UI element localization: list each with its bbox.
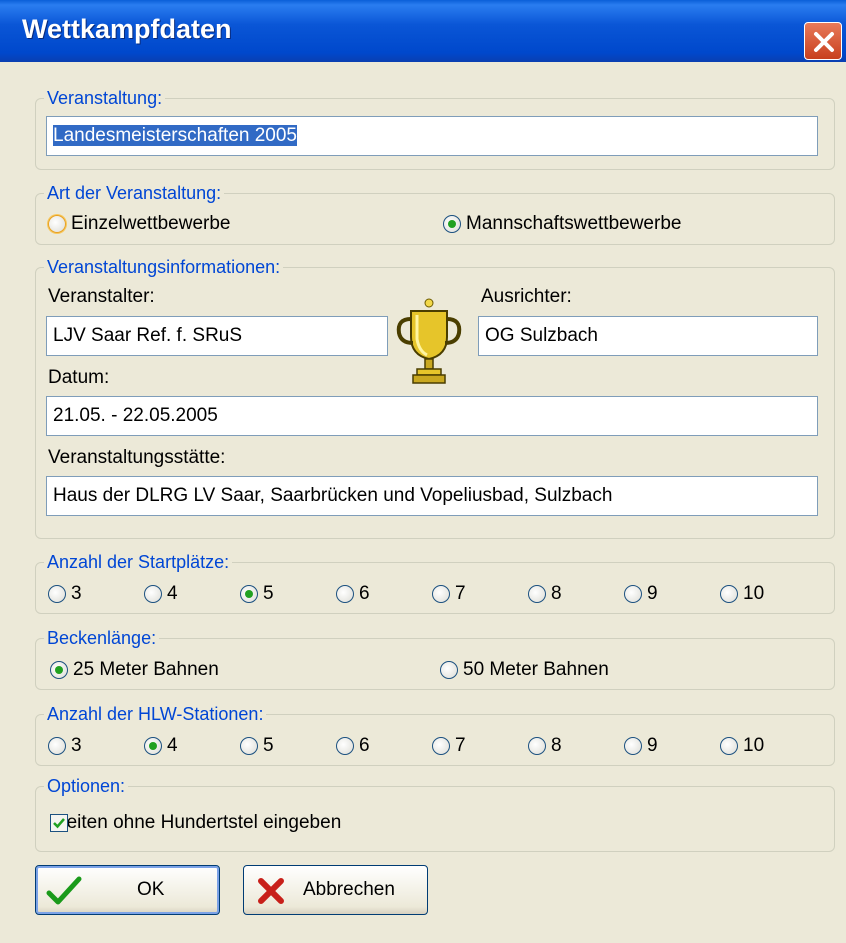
legend-art: Art der Veranstaltung: <box>44 182 225 204</box>
radio-label: 6 <box>359 583 370 604</box>
window-title: Wettkampfdaten <box>22 14 232 44</box>
ausrichter-input[interactable]: OG Sulzbach <box>478 316 818 356</box>
legend-becken: Beckenlänge: <box>44 627 160 649</box>
radio-circle <box>240 737 258 755</box>
radio-label: 5 <box>263 735 274 756</box>
radio-circle <box>440 661 458 679</box>
close-button[interactable] <box>804 22 842 60</box>
radio-circle <box>336 737 354 755</box>
radio-mannschaftswettbewerbe[interactable]: Mannschaftswettbewerbe <box>443 213 681 235</box>
startplaetze-option-3[interactable]: 3 <box>48 583 82 605</box>
radio-circle <box>528 585 546 603</box>
hlw-option-10[interactable]: 10 <box>720 735 764 757</box>
radio-circle <box>144 737 162 755</box>
checkbox-label: Zeiten ohne Hundertstel eingeben <box>55 812 342 833</box>
radio-dot <box>149 742 157 750</box>
legend-optionen: Optionen: <box>44 775 129 797</box>
hlw-option-8[interactable]: 8 <box>528 735 562 757</box>
radio-circle <box>48 737 66 755</box>
radio-label: 7 <box>455 735 466 756</box>
radio-circle <box>240 585 258 603</box>
hlw-option-9[interactable]: 9 <box>624 735 658 757</box>
hlw-option-5[interactable]: 5 <box>240 735 274 757</box>
radio-circle <box>720 737 738 755</box>
checkbox-zeiten-ohne-hundertstel[interactable]: Zeiten ohne Hundertstel eingeben <box>50 812 341 834</box>
radio-label: 4 <box>167 735 178 756</box>
radio-label: 25 Meter Bahnen <box>73 659 219 680</box>
radio-circle <box>443 215 461 233</box>
radio-dot <box>448 220 456 228</box>
radio-label: 3 <box>71 583 82 604</box>
label-veranstalter: Veranstalter: <box>48 286 155 307</box>
checkmark-icon <box>53 818 65 829</box>
cancel-button[interactable]: Abbrechen <box>243 865 428 915</box>
hlw-option-3[interactable]: 3 <box>48 735 82 757</box>
startplaetze-option-6[interactable]: 6 <box>336 583 370 605</box>
radio-circle <box>48 585 66 603</box>
veranstaltung-value: Landesmeisterschaften 2005 <box>53 125 297 146</box>
startplaetze-option-9[interactable]: 9 <box>624 583 658 605</box>
radio-dot <box>55 666 63 674</box>
radio-circle <box>336 585 354 603</box>
radio-circle <box>720 585 738 603</box>
veranstaltung-input[interactable]: Landesmeisterschaften 2005 <box>46 116 818 156</box>
datum-input[interactable]: 21.05. - 22.05.2005 <box>46 396 818 436</box>
veranstalter-input[interactable]: LJV Saar Ref. f. SRuS <box>46 316 388 356</box>
radio-dot <box>245 590 253 598</box>
radio-label: 9 <box>647 735 658 756</box>
radio-einzelwettbewerbe[interactable]: Einzelwettbewerbe <box>48 213 230 235</box>
radio-circle <box>432 737 450 755</box>
radio-label: 50 Meter Bahnen <box>463 659 609 680</box>
label-veranstaltungsstaette: Veranstaltungsstätte: <box>48 447 226 468</box>
startplaetze-option-7[interactable]: 7 <box>432 583 466 605</box>
radio-circle <box>48 215 66 233</box>
radio-circle <box>624 585 642 603</box>
startplaetze-option-8[interactable]: 8 <box>528 583 562 605</box>
legend-hlw: Anzahl der HLW-Stationen: <box>44 703 267 725</box>
radio-label: 5 <box>263 583 274 604</box>
radio-circle <box>432 585 450 603</box>
radio-label: 9 <box>647 583 658 604</box>
ok-button[interactable]: OK <box>35 865 220 915</box>
trophy-icon <box>396 298 462 384</box>
hlw-option-6[interactable]: 6 <box>336 735 370 757</box>
radio-50m[interactable]: 50 Meter Bahnen <box>440 659 609 681</box>
legend-startplaetze: Anzahl der Startplätze: <box>44 551 233 573</box>
radio-label: 3 <box>71 735 82 756</box>
x-icon <box>258 878 284 904</box>
legend-veranstaltung: Veranstaltung: <box>44 87 166 109</box>
radio-label: 8 <box>551 735 562 756</box>
close-icon <box>814 32 834 52</box>
radio-circle <box>144 585 162 603</box>
title-bar[interactable]: Wettkampfdaten <box>0 0 846 62</box>
radio-label: 8 <box>551 583 562 604</box>
radio-circle <box>50 661 68 679</box>
hlw-option-7[interactable]: 7 <box>432 735 466 757</box>
checkbox-box <box>50 814 68 832</box>
radio-label: Einzelwettbewerbe <box>71 213 231 234</box>
radio-25m[interactable]: 25 Meter Bahnen <box>50 659 219 681</box>
radio-label: 4 <box>167 583 178 604</box>
radio-label: 6 <box>359 735 370 756</box>
label-ausrichter: Ausrichter: <box>481 286 572 307</box>
label-datum: Datum: <box>48 367 110 388</box>
radio-label: Mannschaftswettbewerbe <box>466 213 682 234</box>
veranstaltungsstaette-input[interactable]: Haus der DLRG LV Saar, Saarbrücken und V… <box>46 476 818 516</box>
radio-circle <box>528 737 546 755</box>
startplaetze-option-5[interactable]: 5 <box>240 583 274 605</box>
radio-circle <box>624 737 642 755</box>
cancel-label: Abbrechen <box>303 879 395 900</box>
startplaetze-option-4[interactable]: 4 <box>144 583 178 605</box>
dialog-window: Wettkampfdaten Veranstaltung: Landesmeis… <box>0 0 846 943</box>
radio-label: 7 <box>455 583 466 604</box>
hlw-option-4[interactable]: 4 <box>144 735 178 757</box>
legend-info: Veranstaltungsinformationen: <box>44 256 284 278</box>
radio-label: 10 <box>743 735 765 756</box>
startplaetze-option-10[interactable]: 10 <box>720 583 764 605</box>
checkmark-icon <box>46 876 82 905</box>
ok-label: OK <box>137 879 165 900</box>
radio-label: 10 <box>743 583 765 604</box>
